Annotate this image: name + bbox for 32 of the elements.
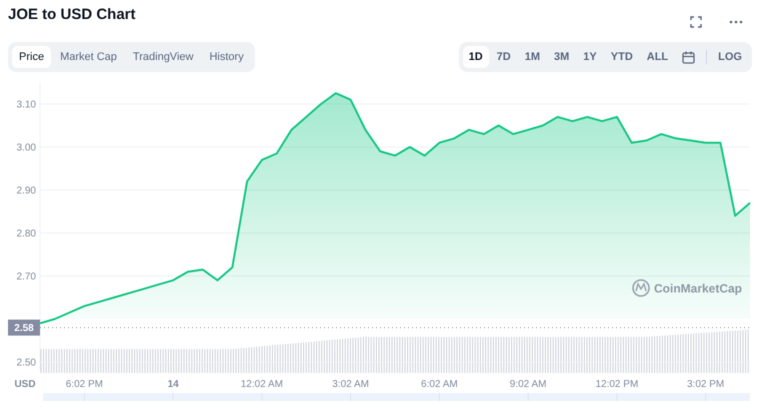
- range-tab[interactable]: YTD: [604, 46, 639, 68]
- view-tab[interactable]: Market Cap: [53, 46, 124, 68]
- axis-label: 3:02 AM: [332, 379, 369, 390]
- axis-label: 2.50: [16, 358, 36, 368]
- view-tab[interactable]: TradingView: [126, 46, 200, 68]
- range-tab[interactable]: 1M: [518, 46, 546, 68]
- watermark-text: CoinMarketCap: [654, 282, 742, 296]
- view-tab[interactable]: History: [202, 46, 251, 68]
- currency-label: USD: [14, 379, 36, 390]
- chart-title: JOE to USD Chart: [8, 6, 136, 24]
- range-tab[interactable]: 7D: [490, 46, 517, 68]
- range-tab[interactable]: 3M: [548, 46, 576, 68]
- range-tab[interactable]: 1Y: [577, 46, 603, 68]
- axis-label: 9:02 AM: [510, 379, 546, 390]
- axis-label: 12:02 PM: [595, 379, 638, 390]
- axis-label: 14: [168, 379, 179, 390]
- view-tab[interactable]: Price: [12, 46, 52, 68]
- axis-label: 3.00: [16, 142, 36, 154]
- axis-label: 12:02 AM: [240, 379, 283, 390]
- watermark-logo-icon: [632, 279, 650, 297]
- axis-label: 3.10: [16, 100, 36, 110]
- axis-label: 2.80: [16, 228, 36, 240]
- axis-label: 6:02 AM: [421, 379, 458, 390]
- current-price-badge: 2.58: [8, 320, 40, 336]
- range-tab[interactable]: ALL: [640, 46, 674, 68]
- range-tab[interactable]: 1D: [462, 46, 489, 68]
- axis-label: 6:02 PM: [66, 379, 103, 390]
- axis-label: 2.70: [16, 272, 36, 282]
- log-button[interactable]: LOG: [712, 46, 748, 68]
- axis-label: 3:02 PM: [687, 379, 724, 390]
- ref-line-label: 2.58: [14, 323, 34, 334]
- axis-label: 2.90: [16, 186, 36, 196]
